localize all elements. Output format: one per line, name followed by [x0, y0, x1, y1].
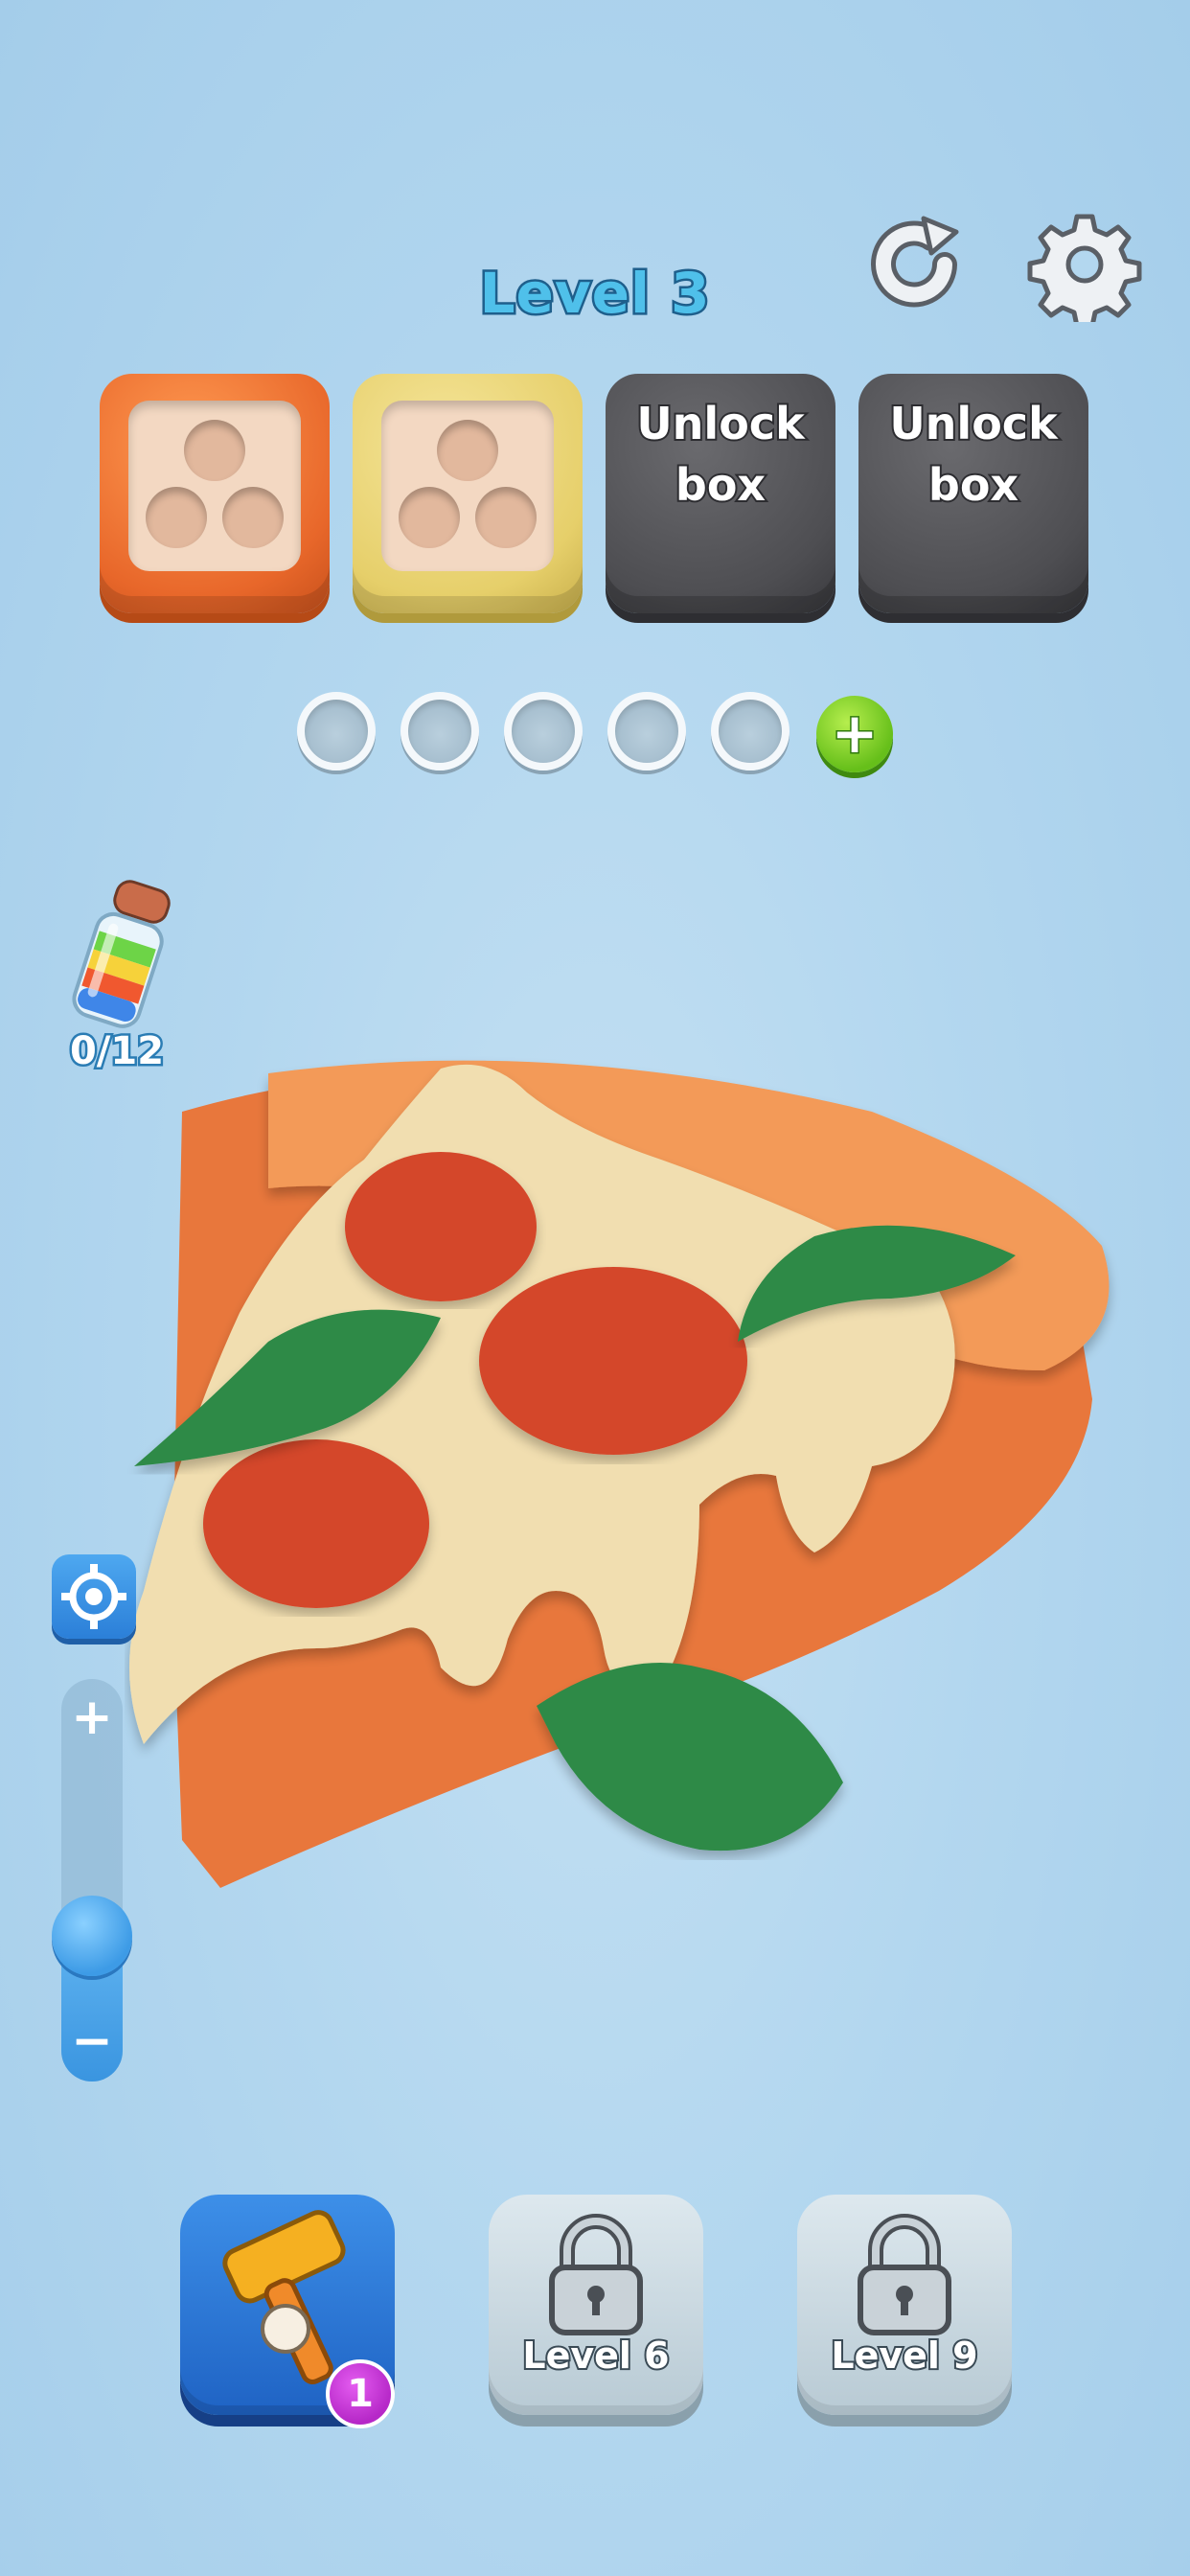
unlock-label-line1: Unlock [887, 396, 1059, 451]
pizza-puzzle[interactable] [125, 1054, 1140, 1898]
basil-leaf[interactable] [537, 1663, 843, 1852]
target-icon [61, 1564, 126, 1629]
empty-slot [504, 692, 583, 770]
box-orange[interactable] [100, 374, 330, 613]
empty-slot [297, 692, 376, 770]
zoom-in-button[interactable]: + [61, 1689, 123, 1746]
peg-hole [399, 487, 460, 548]
hammer-count-badge: 1 [326, 2359, 395, 2428]
empty-slot [607, 692, 686, 770]
locked-tool-label: Level 6 [520, 2333, 671, 2379]
unlock-label-line2: box [674, 457, 767, 513]
level-title: Level 3 [477, 259, 712, 329]
locked-tool-label: Level 9 [829, 2333, 979, 2379]
empty-slot [400, 692, 479, 770]
unlock-label-line1: Unlock [634, 396, 806, 451]
zoom-slider-handle[interactable] [52, 1896, 132, 1976]
zoom-out-button[interactable]: − [61, 2012, 123, 2070]
gear-icon[interactable] [1027, 207, 1142, 329]
unlock-box-label: Unlock box [606, 393, 835, 516]
box-tray [128, 401, 301, 571]
locked-tool-level-9[interactable]: Level 9 [797, 2195, 1012, 2415]
peg-hole [184, 420, 245, 481]
unlock-box-label: Unlock box [858, 393, 1088, 516]
recenter-button[interactable] [52, 1554, 136, 1639]
unlock-label-line2: box [927, 457, 1020, 513]
jar-icon[interactable] [57, 880, 182, 1033]
lock-icon [549, 2214, 643, 2335]
restart-icon[interactable] [857, 207, 972, 322]
pepperoni-piece[interactable] [203, 1439, 429, 1608]
unlock-box-button[interactable]: Unlock box [606, 374, 835, 613]
unlock-box-button[interactable]: Unlock box [858, 374, 1088, 613]
locked-tool-level-6[interactable]: Level 6 [489, 2195, 703, 2415]
add-slot-button[interactable]: + [816, 696, 893, 772]
pepperoni-piece[interactable] [345, 1152, 537, 1301]
box-yellow[interactable] [353, 374, 583, 613]
pepperoni-piece[interactable] [479, 1267, 747, 1455]
peg-hole [222, 487, 284, 548]
peg-hole [146, 487, 207, 548]
lock-icon [858, 2214, 951, 2335]
box-tray [381, 401, 554, 571]
peg-hole [475, 487, 537, 548]
peg-hole [437, 420, 498, 481]
empty-slot [711, 692, 790, 770]
